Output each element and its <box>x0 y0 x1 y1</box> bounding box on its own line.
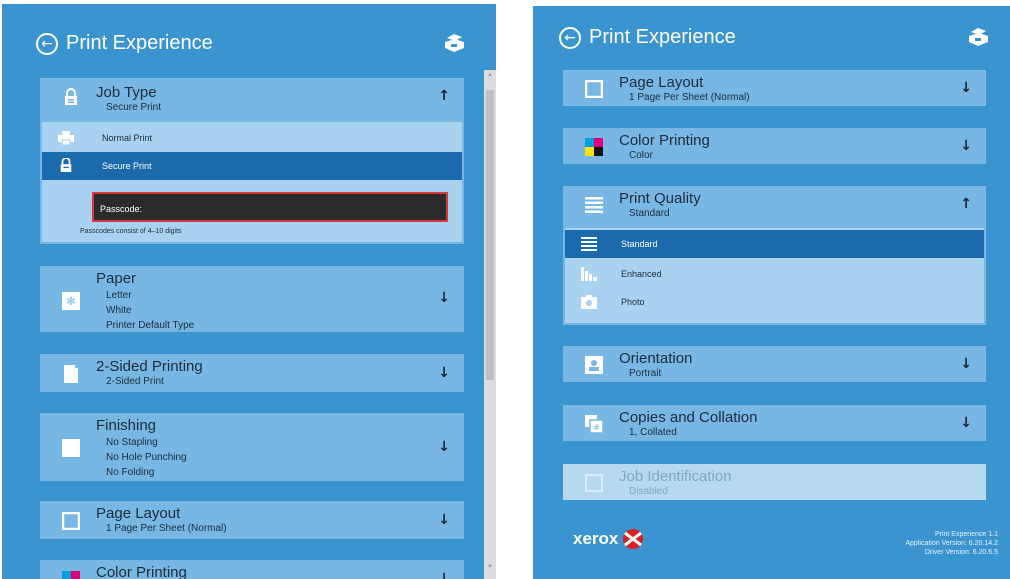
right-panel: ← Print Experience Page Layout 1 Page Pe… <box>533 6 1010 579</box>
scroll-up-icon[interactable]: ˄ <box>484 72 496 86</box>
paper-color: White <box>106 305 132 316</box>
portrait-icon <box>585 356 603 374</box>
finishing-card[interactable]: Finishing No Stapling No Hole Punching N… <box>40 413 464 481</box>
color-swatch-icon <box>585 138 603 156</box>
paper-card[interactable]: ✻ Paper Letter White Printer Default Typ… <box>40 266 464 332</box>
finishing-icon <box>62 439 80 457</box>
collapse-arrow-icon[interactable]: ↑ <box>960 196 972 212</box>
color-printing-title: Color Printing <box>96 564 187 579</box>
job-identification-title: Job Identification <box>619 468 732 485</box>
print-quality-header[interactable]: Print Quality Standard ↑ <box>563 186 986 220</box>
svg-text:✻: ✻ <box>66 295 75 308</box>
printer-small-icon <box>58 131 74 145</box>
back-arrow-circle-icon[interactable]: ← <box>36 32 58 55</box>
finishing-title: Finishing <box>96 417 157 434</box>
printer-icon <box>969 28 988 46</box>
option-secure-print[interactable]: Secure Print <box>42 152 462 180</box>
option-standard[interactable]: Standard <box>565 230 984 258</box>
passcode-input[interactable]: Passcode: <box>92 192 448 222</box>
passcode-hint: Passcodes consist of 4–10 digits <box>80 228 182 235</box>
printer-icon <box>445 34 464 52</box>
option-photo[interactable]: Photo <box>565 288 984 316</box>
print-quality-icon <box>585 197 603 213</box>
page-layout-title: Page Layout <box>619 74 704 91</box>
scroll-thumb[interactable] <box>486 90 494 380</box>
expand-arrow-icon[interactable]: ↓ <box>960 415 972 431</box>
scrollbar[interactable]: ˄ ˅ <box>484 70 496 579</box>
paper-snowflake-icon: ✻ <box>62 292 80 310</box>
finishing-folding: No Folding <box>106 467 155 478</box>
collapse-arrow-icon[interactable]: ↑ <box>438 88 450 104</box>
two-sided-card[interactable]: 2-Sided Printing 2-Sided Print ↓ <box>40 354 464 392</box>
orientation-value: Portrait <box>629 368 662 379</box>
xerox-sphere-icon <box>623 529 644 549</box>
header: ← Print Experience <box>559 26 736 49</box>
job-identification-icon <box>585 474 603 492</box>
expand-arrow-icon[interactable]: ↓ <box>438 290 450 306</box>
copies-title: Copies and Collation <box>619 409 758 426</box>
page-layout-value: 1 Page Per Sheet (Normal) <box>106 523 227 534</box>
header: ← Print Experience <box>36 32 213 55</box>
finishing-stapling: No Stapling <box>106 437 158 448</box>
quality-standard-icon <box>581 237 597 251</box>
job-type-title: Job Type <box>96 84 157 101</box>
orientation-card[interactable]: Orientation Portrait ↓ <box>563 346 986 382</box>
page-layout-card[interactable]: Page Layout 1 Page Per Sheet (Normal) ↓ <box>563 70 986 106</box>
lock-small-icon <box>60 158 72 172</box>
paper-type: Printer Default Type <box>106 320 195 331</box>
copies-icon: # <box>585 415 603 433</box>
color-swatch-icon <box>62 571 80 579</box>
print-quality-title: Print Quality <box>619 190 701 207</box>
expand-arrow-icon[interactable]: ↓ <box>438 365 450 381</box>
expand-arrow-icon[interactable]: ↓ <box>960 356 972 372</box>
color-printing-card[interactable]: Color Printing Color ↓ <box>563 128 986 164</box>
print-quality-options: Standard Enhanced Photo <box>565 228 984 323</box>
expand-arrow-icon[interactable]: ↓ <box>438 439 450 455</box>
camera-icon <box>581 295 597 309</box>
lock-icon <box>65 88 77 105</box>
paper-size: Letter <box>106 290 132 301</box>
option-enhanced[interactable]: Enhanced <box>565 260 984 288</box>
color-printing-card[interactable]: Color Printing ↓ <box>40 560 464 579</box>
color-printing-title: Color Printing <box>619 132 710 149</box>
print-quality-value: Standard <box>629 208 670 219</box>
expand-arrow-icon[interactable]: ↓ <box>438 571 450 579</box>
job-type-value: Secure Print <box>106 102 162 113</box>
page-layout-icon <box>62 512 80 530</box>
two-sided-value: 2-Sided Print <box>106 376 164 387</box>
two-sided-icon <box>64 365 78 383</box>
copies-value: 1, Collated <box>629 427 677 438</box>
two-sided-title: 2-Sided Printing <box>96 358 203 375</box>
xerox-logo: xerox <box>573 528 644 550</box>
color-printing-value: Color <box>629 150 653 161</box>
copies-card[interactable]: # Copies and Collation 1, Collated ↓ <box>563 405 986 441</box>
page-title: Print Experience <box>589 26 736 48</box>
passcode-label: Passcode: <box>100 204 143 214</box>
orientation-title: Orientation <box>619 350 693 367</box>
quality-enhanced-icon <box>581 267 597 281</box>
page-layout-value: 1 Page Per Sheet (Normal) <box>629 92 750 103</box>
job-type-card: Job Type Secure Print ↑ Normal Print Sec… <box>40 78 464 244</box>
svg-text:#: # <box>593 423 600 432</box>
job-identification-card[interactable]: Job Identification Disabled <box>563 464 986 500</box>
finishing-hole-punching: No Hole Punching <box>106 452 187 463</box>
page-layout-title: Page Layout <box>96 505 181 522</box>
version-info: Print Experience 1.1 Application Version… <box>905 531 998 556</box>
expand-arrow-icon[interactable]: ↓ <box>960 80 972 96</box>
page-layout-icon <box>585 80 603 98</box>
left-panel: ← Print Experience Job Type Secure Print… <box>2 4 496 579</box>
job-identification-value: Disabled <box>629 486 668 497</box>
paper-title: Paper <box>96 270 137 287</box>
page-title: Print Experience <box>66 32 213 54</box>
page-layout-card[interactable]: Page Layout 1 Page Per Sheet (Normal) ↓ <box>40 501 464 539</box>
print-quality-card: Print Quality Standard ↑ Standard Enhanc… <box>563 186 986 325</box>
expand-arrow-icon[interactable]: ↓ <box>438 512 450 528</box>
scroll-down-icon[interactable]: ˅ <box>484 563 496 577</box>
expand-arrow-icon[interactable]: ↓ <box>960 138 972 154</box>
back-arrow-circle-icon[interactable]: ← <box>559 26 581 49</box>
job-type-options: Normal Print Secure Print Passcode: Pass… <box>42 122 462 242</box>
option-normal-print[interactable]: Normal Print <box>42 124 462 152</box>
job-type-header[interactable]: Job Type Secure Print ↑ <box>40 78 464 113</box>
